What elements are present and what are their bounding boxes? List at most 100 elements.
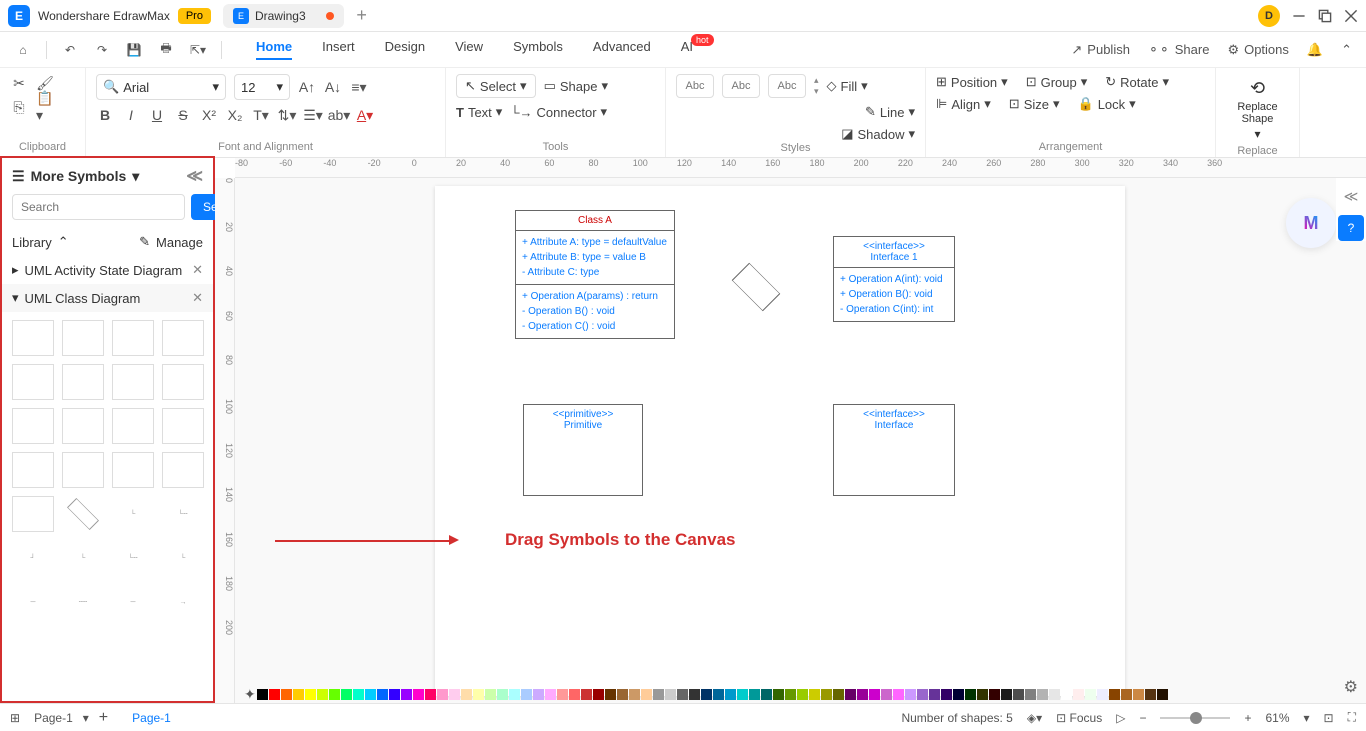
color-swatch[interactable] xyxy=(785,689,796,700)
collapse-right-icon[interactable]: ≪ xyxy=(1344,188,1359,205)
connector-button[interactable]: └→Connector▾ xyxy=(510,104,607,120)
color-swatch[interactable] xyxy=(329,689,340,700)
symbol-item[interactable] xyxy=(162,320,204,356)
lock-button[interactable]: 🔒Lock▾ xyxy=(1078,96,1136,112)
symbol-item[interactable]: └ xyxy=(162,540,204,576)
color-swatch[interactable] xyxy=(665,689,676,700)
manage-link[interactable]: Manage xyxy=(156,235,203,250)
color-swatch[interactable] xyxy=(401,689,412,700)
color-swatch[interactable] xyxy=(473,689,484,700)
color-swatch[interactable] xyxy=(545,689,556,700)
collapse-icon[interactable]: ≪ xyxy=(186,166,203,186)
symbol-search-input[interactable] xyxy=(12,194,185,220)
tab-design[interactable]: Design xyxy=(385,39,425,60)
color-swatch[interactable] xyxy=(977,689,988,700)
library-label[interactable]: Library xyxy=(12,235,52,250)
symbol-item[interactable] xyxy=(162,408,204,444)
subscript-icon[interactable]: X₂ xyxy=(226,106,244,124)
symbol-item[interactable]: └╌ xyxy=(112,540,154,576)
color-swatch[interactable] xyxy=(713,689,724,700)
symbol-item[interactable]: └ xyxy=(112,496,154,532)
shape-button[interactable]: ▭Shape▾ xyxy=(544,78,608,94)
uml-diamond[interactable] xyxy=(725,266,785,306)
color-swatch[interactable] xyxy=(1109,689,1120,700)
color-swatch[interactable] xyxy=(1037,689,1048,700)
color-swatch[interactable] xyxy=(1013,689,1024,700)
strikethrough-icon[interactable]: S xyxy=(174,106,192,124)
color-swatch[interactable] xyxy=(929,689,940,700)
color-swatch[interactable] xyxy=(821,689,832,700)
color-swatch[interactable] xyxy=(389,689,400,700)
color-swatch[interactable] xyxy=(425,689,436,700)
page-tab-active[interactable]: Page-1 xyxy=(132,711,171,725)
color-swatch[interactable] xyxy=(725,689,736,700)
color-swatch[interactable] xyxy=(317,689,328,700)
uml-primitive[interactable]: <<primitive>> Primitive xyxy=(523,404,643,496)
color-swatch[interactable] xyxy=(281,689,292,700)
rotate-button[interactable]: ↻Rotate▾ xyxy=(1105,74,1169,90)
style-preset-2[interactable]: Abc xyxy=(722,74,760,98)
position-button[interactable]: ⊞Position▾ xyxy=(936,74,1008,90)
color-swatch[interactable] xyxy=(689,689,700,700)
fit-page-icon[interactable]: ⊡ xyxy=(1324,711,1334,725)
category-activity-state[interactable]: ▸ UML Activity State Diagram ✕ xyxy=(2,256,213,284)
color-swatch[interactable] xyxy=(377,689,388,700)
symbol-item[interactable] xyxy=(162,452,204,488)
color-swatch[interactable] xyxy=(809,689,820,700)
underline-icon[interactable]: U xyxy=(148,106,166,124)
italic-icon[interactable]: I xyxy=(122,106,140,124)
color-swatch[interactable] xyxy=(737,689,748,700)
maximize-icon[interactable] xyxy=(1318,9,1332,23)
color-swatch[interactable] xyxy=(1085,689,1096,700)
color-swatch[interactable] xyxy=(881,689,892,700)
color-swatch[interactable] xyxy=(749,689,760,700)
style-preset-3[interactable]: Abc xyxy=(768,74,806,98)
paste-icon[interactable]: 📋▾ xyxy=(36,98,54,116)
export-icon[interactable]: ⇱▾ xyxy=(189,41,207,59)
publish-button[interactable]: ↗Publish xyxy=(1071,42,1130,58)
fill-button[interactable]: ◇Fill▾ xyxy=(827,78,868,94)
tab-view[interactable]: View xyxy=(455,39,483,60)
edit-icon[interactable]: ✎ xyxy=(139,234,150,250)
line-spacing-icon[interactable]: ⇅▾ xyxy=(278,106,296,124)
tab-insert[interactable]: Insert xyxy=(322,39,355,60)
style-preset-1[interactable]: Abc xyxy=(676,74,714,98)
color-swatch[interactable] xyxy=(269,689,280,700)
close-icon[interactable]: ✕ xyxy=(192,262,203,278)
new-tab-button[interactable]: + xyxy=(348,2,376,30)
line-button[interactable]: ✎Line▾ xyxy=(865,104,915,120)
color-swatch[interactable] xyxy=(1001,689,1012,700)
ai-assistant-button[interactable]: M xyxy=(1286,198,1336,248)
category-class-diagram[interactable]: ▾ UML Class Diagram ✕ xyxy=(2,284,213,312)
more-symbols-label[interactable]: More Symbols xyxy=(31,168,127,184)
shadow-button[interactable]: ◪Shadow▾ xyxy=(841,126,915,142)
color-swatch[interactable] xyxy=(593,689,604,700)
tab-home[interactable]: Home xyxy=(256,39,292,60)
color-swatch[interactable] xyxy=(701,689,712,700)
cut-icon[interactable]: ✂ xyxy=(10,74,28,92)
eyedropper-icon[interactable]: ✦ xyxy=(244,686,256,703)
symbol-item[interactable] xyxy=(62,320,104,356)
symbol-item[interactable]: └ xyxy=(62,540,104,576)
uml-interface-2[interactable]: <<interface>> Interface xyxy=(833,404,955,496)
font-select[interactable]: 🔍Arial▾ xyxy=(96,74,226,100)
symbol-item[interactable]: ┘ xyxy=(12,540,54,576)
color-swatch[interactable] xyxy=(605,689,616,700)
uml-interface-1[interactable]: <<interface>> Interface 1 + Operation A(… xyxy=(833,236,955,322)
color-swatch[interactable] xyxy=(833,689,844,700)
symbol-item[interactable] xyxy=(112,364,154,400)
color-swatch[interactable] xyxy=(629,689,640,700)
color-swatch[interactable] xyxy=(905,689,916,700)
color-swatch[interactable] xyxy=(677,689,688,700)
color-swatch[interactable] xyxy=(1157,689,1168,700)
share-button[interactable]: ⚬⚬Share xyxy=(1148,42,1210,58)
tab-advanced[interactable]: Advanced xyxy=(593,39,651,60)
zoom-out-icon[interactable]: − xyxy=(1139,711,1146,725)
undo-icon[interactable]: ↶ xyxy=(61,41,79,59)
size-button[interactable]: ⊡Size▾ xyxy=(1009,96,1060,112)
color-swatch[interactable] xyxy=(581,689,592,700)
color-swatch[interactable] xyxy=(857,689,868,700)
color-swatch[interactable] xyxy=(797,689,808,700)
color-swatch[interactable] xyxy=(293,689,304,700)
color-swatch[interactable] xyxy=(953,689,964,700)
